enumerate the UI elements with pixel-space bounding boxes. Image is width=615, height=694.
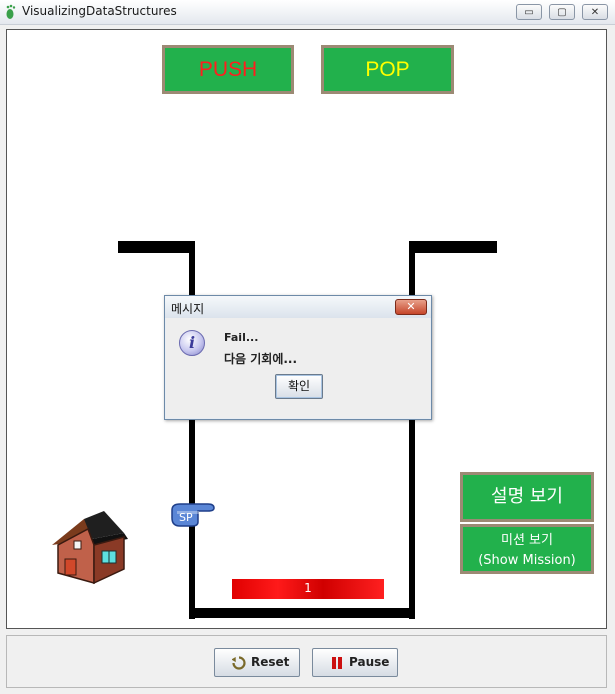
stack-item: 1: [232, 579, 384, 599]
stack-left-lip: [118, 241, 195, 253]
refresh-icon: [232, 656, 246, 670]
info-icon: i: [179, 330, 205, 356]
stack-item-value: 1: [304, 581, 312, 595]
stack-bottom-wall: [189, 608, 415, 618]
pop-button[interactable]: POP: [321, 45, 454, 94]
close-window-button[interactable]: ✕: [582, 4, 608, 20]
dialog-body: i Fail... 다음 기회에... 확인: [166, 318, 430, 418]
dialog-title: 메시지: [171, 302, 205, 316]
mission-label-en: (Show Mission): [478, 553, 576, 568]
dialog-message-line1: Fail...: [224, 331, 259, 344]
window-titlebar: VisualizingDataStructures ▭ ▢ ✕: [0, 0, 615, 25]
reset-button[interactable]: Reset: [214, 648, 300, 677]
stack-right-lip: [409, 241, 497, 253]
dialog-titlebar: 메시지 ✕: [165, 296, 431, 318]
control-panel: Reset Pause: [6, 635, 607, 688]
show-mission-button[interactable]: 미션 보기 (Show Mission): [460, 524, 594, 574]
reset-label: Reset: [251, 655, 290, 669]
stack-pointer-label: SP: [179, 511, 193, 524]
pause-label: Pause: [349, 655, 390, 669]
pause-icon: [332, 657, 342, 669]
mission-label-ko: 미션 보기: [501, 533, 553, 548]
window-title: VisualizingDataStructures: [22, 4, 177, 18]
push-button[interactable]: PUSH: [162, 45, 294, 94]
app-footprint-icon: [6, 4, 16, 19]
ok-button[interactable]: 확인: [275, 374, 323, 399]
message-dialog: 메시지 ✕ i Fail... 다음 기회에... 확인: [164, 295, 432, 420]
pause-button[interactable]: Pause: [312, 648, 398, 677]
maximize-button[interactable]: ▢: [549, 4, 575, 20]
house-icon: [52, 511, 128, 585]
pointing-hand-icon: SP: [171, 503, 215, 527]
show-explanation-button[interactable]: 설명 보기: [460, 472, 594, 522]
dialog-close-button[interactable]: ✕: [395, 299, 427, 315]
dialog-message-line2: 다음 기회에...: [224, 352, 298, 366]
minimize-button[interactable]: ▭: [516, 4, 542, 20]
